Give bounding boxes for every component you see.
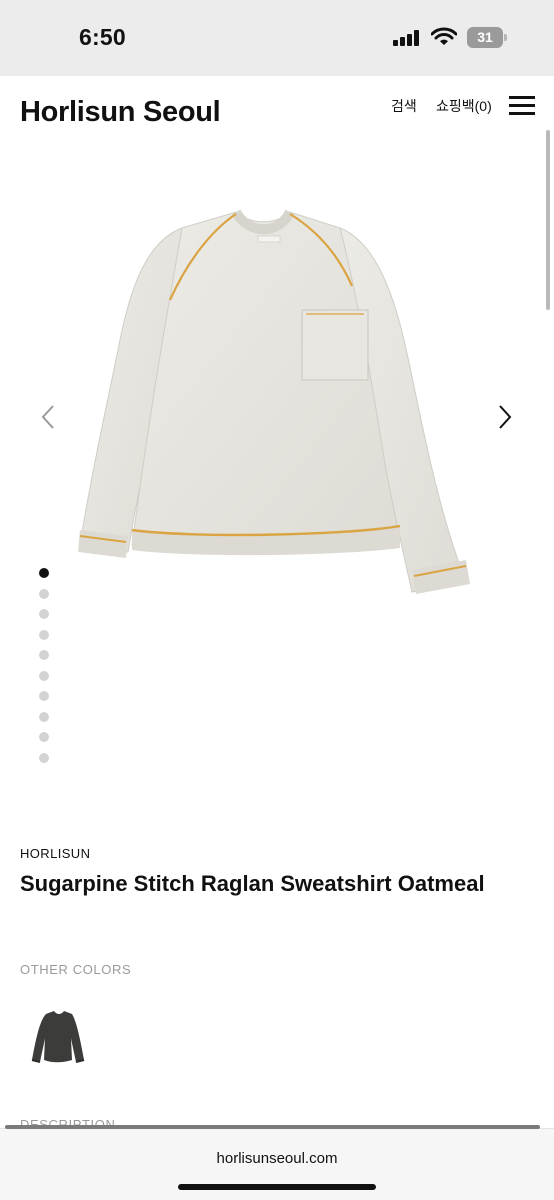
brand-logo[interactable]: Horlisun Seoul <box>20 96 221 129</box>
gallery-pagination <box>39 568 49 773</box>
gallery-dot[interactable] <box>39 711 49 722</box>
product-gallery <box>0 150 554 780</box>
gallery-dot[interactable] <box>39 609 49 619</box>
url-display[interactable]: horlisunseoul.com <box>0 1150 554 1167</box>
gallery-dot[interactable] <box>39 650 49 660</box>
signal-icon <box>393 30 419 46</box>
product-brand[interactable]: HORLISUN <box>20 846 90 861</box>
gallery-dot[interactable] <box>39 588 49 599</box>
status-time: 6:50 <box>79 24 126 50</box>
battery-icon: 31 <box>467 27 507 48</box>
other-colors-label: OTHER COLORS <box>20 962 132 977</box>
gallery-dot[interactable] <box>39 629 49 640</box>
color-swatch-charcoal[interactable] <box>30 1008 86 1068</box>
gallery-dot[interactable] <box>39 691 49 701</box>
search-link[interactable]: 검색 <box>391 96 417 116</box>
menu-line <box>509 96 535 99</box>
product-image-sweatshirt[interactable] <box>70 200 484 610</box>
chevron-right-icon[interactable] <box>494 402 516 432</box>
site-header: Horlisun Seoul 검색 쇼핑백(0) <box>0 76 554 150</box>
wifi-icon <box>431 27 457 45</box>
status-bar: 6:50 31 <box>0 0 554 76</box>
menu-line <box>509 112 535 115</box>
shopping-bag-link[interactable]: 쇼핑백(0) <box>436 96 492 116</box>
product-title: Sugarpine Stitch Raglan Sweatshirt Oatme… <box>20 871 485 896</box>
battery-level: 31 <box>477 29 493 45</box>
menu-line <box>509 104 535 107</box>
home-indicator[interactable] <box>178 1184 376 1190</box>
chevron-left-icon[interactable] <box>37 402 59 432</box>
gallery-dot[interactable] <box>39 670 49 681</box>
battery-tip <box>504 34 507 41</box>
gallery-dot[interactable] <box>39 732 49 742</box>
gallery-dot[interactable] <box>39 752 49 763</box>
browser-address-bar: horlisunseoul.com <box>0 1125 554 1200</box>
gallery-dot[interactable] <box>39 568 49 578</box>
address-bar-divider <box>5 1125 540 1129</box>
hamburger-menu-icon[interactable] <box>509 96 535 115</box>
